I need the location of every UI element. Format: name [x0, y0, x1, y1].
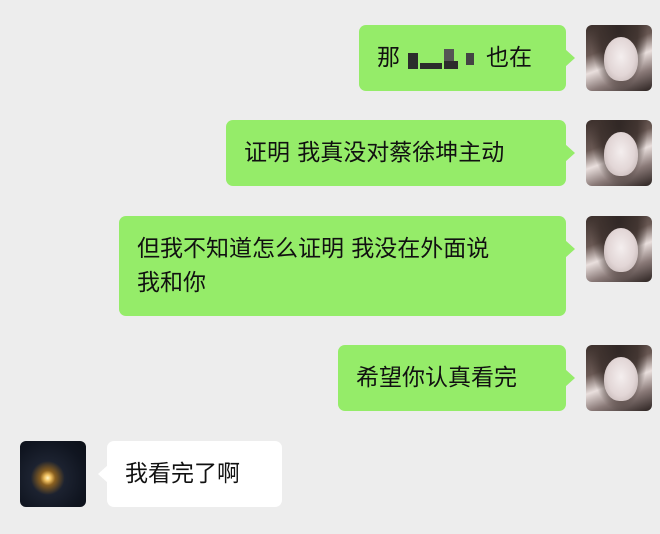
avatar[interactable]	[586, 25, 652, 91]
avatar[interactable]	[20, 441, 86, 507]
message-text: 也在	[486, 45, 532, 71]
avatar[interactable]	[586, 120, 652, 186]
redaction-mosaic	[400, 45, 486, 73]
avatar[interactable]	[586, 216, 652, 282]
message-text: 希望你认真看完	[356, 365, 517, 391]
avatar[interactable]	[586, 345, 652, 411]
message-text: 那	[377, 45, 400, 71]
message-bubble-incoming[interactable]: 我看完了啊	[98, 441, 282, 507]
message-bubble-outgoing[interactable]: 希望你认真看完	[338, 345, 575, 411]
message-bubble-outgoing[interactable]: 但我不知道怎么证明 我没在外面说 我和你	[119, 216, 575, 316]
message-bubble-outgoing[interactable]: 证明 我真没对蔡徐坤主动	[226, 120, 575, 186]
message-text: 我看完了啊	[125, 461, 240, 487]
message-bubble-outgoing[interactable]: 那 也在	[359, 25, 575, 91]
message-text-line: 我和你	[137, 270, 206, 296]
message-text-line: 但我不知道怎么证明 我没在外面说	[137, 236, 490, 262]
message-text: 证明 我真没对蔡徐坤主动	[244, 140, 505, 166]
